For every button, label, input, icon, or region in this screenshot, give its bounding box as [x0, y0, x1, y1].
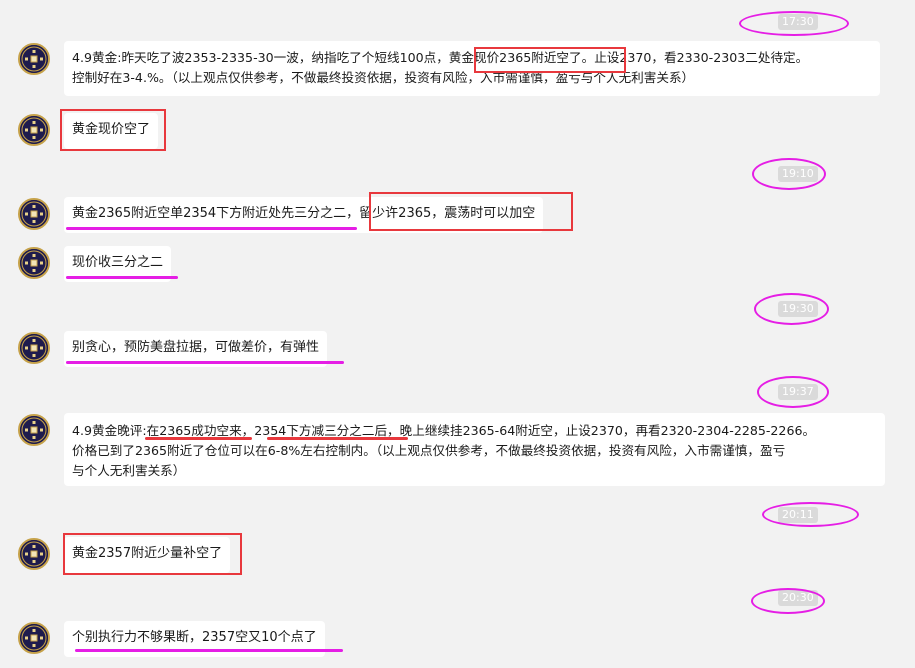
- gold-coin-avatar-icon[interactable]: [18, 198, 50, 230]
- message-text: 个别执行力不够果断，2357空又10个点了: [72, 630, 317, 645]
- timestamp: 19:30: [778, 301, 818, 317]
- timestamp: 17:30: [778, 14, 818, 30]
- gold-coin-avatar-icon[interactable]: [18, 247, 50, 279]
- gold-coin-avatar-icon[interactable]: [18, 414, 50, 446]
- timestamp: 19:10: [778, 166, 818, 182]
- message-line: 与个人无利害关系）: [72, 463, 186, 478]
- message-line: 4.9黄金晚评:在2365成功空来，2354下方减三分之二后，晚上继续挂2365…: [72, 423, 816, 438]
- message-bubble[interactable]: 别贪心，预防美盘拉据，可做差价，有弹性: [64, 331, 328, 367]
- message-line: 控制好在3-4.%。（以上观点仅供参考，不做最终投资依据，投资有风险，入市需谨慎…: [72, 70, 695, 85]
- gold-coin-avatar-icon[interactable]: [18, 332, 50, 364]
- message-text: 别贪心，预防美盘拉据，可做差价，有弹性: [72, 340, 320, 355]
- message-bubble[interactable]: 黄金2357附近少量补空了: [64, 537, 231, 573]
- message-text: 黄金2357附近少量补空了: [72, 546, 223, 561]
- message-bubble[interactable]: 4.9黄金晚评:在2365成功空来，2354下方减三分之二后，晚上继续挂2365…: [64, 413, 885, 486]
- message-bubble[interactable]: 黄金2365附近空单2354下方附近处先三分之二，留少许2365，震荡时可以加空: [64, 197, 544, 233]
- timestamp: 19:37: [778, 384, 818, 400]
- message-bubble[interactable]: 黄金现价空了: [64, 113, 159, 149]
- message-bubble[interactable]: 现价收三分之二: [64, 246, 172, 282]
- gold-coin-avatar-icon[interactable]: [18, 114, 50, 146]
- message-text: 现价收三分之二: [72, 255, 164, 270]
- gold-coin-avatar-icon[interactable]: [18, 538, 50, 570]
- gold-coin-avatar-icon[interactable]: [18, 622, 50, 654]
- message-line: 价格已到了2365附近了仓位可以在6-8%左右控制内。（以上观点仅供参考，不做最…: [72, 443, 786, 458]
- message-text: 黄金现价空了: [72, 122, 151, 137]
- timestamp: 20:11: [778, 507, 818, 523]
- gold-coin-avatar-icon[interactable]: [18, 43, 50, 75]
- message-line: 4.9黄金:昨天吃了波2353-2335-30一波，纳指吃了个短线100点，黄金…: [72, 50, 809, 65]
- message-text: 黄金2365附近空单2354下方附近处先三分之二，留少许2365，震荡时可以加空: [72, 206, 536, 221]
- message-bubble[interactable]: 4.9黄金:昨天吃了波2353-2335-30一波，纳指吃了个短线100点，黄金…: [64, 41, 880, 96]
- message-bubble[interactable]: 个别执行力不够果断，2357空又10个点了: [64, 621, 325, 657]
- timestamp: 20:30: [778, 590, 818, 606]
